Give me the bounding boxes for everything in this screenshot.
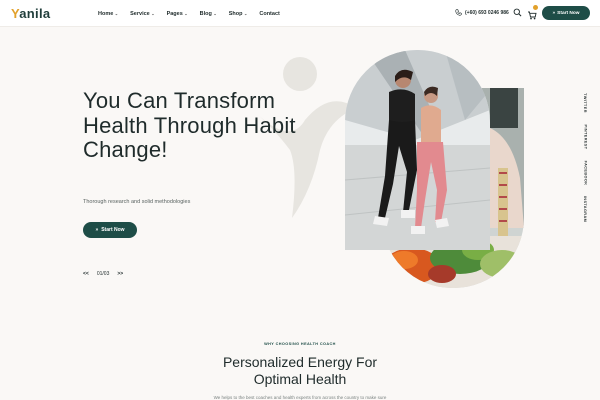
nav-item-shop[interactable]: Shop ⌄ xyxy=(229,11,248,17)
button-label: Start Now xyxy=(557,10,580,16)
chevron-down-icon: ⌄ xyxy=(151,11,155,16)
site-header: Yanila Home ⌄ Service ⌄ Pages ⌄ Blog ⌄ Shop ⌄… xyxy=(0,0,600,27)
nav-item-blog[interactable]: Blog ⌄ xyxy=(200,11,217,17)
logo[interactable]: Yanila xyxy=(11,6,50,21)
start-now-button[interactable]: » Start Now xyxy=(542,6,590,20)
search-icon[interactable] xyxy=(513,8,522,17)
button-label: Start Now xyxy=(101,227,125,233)
nav-label: Shop xyxy=(228,10,243,17)
header-phone[interactable]: (+60) 693 0246 986 xyxy=(455,9,509,16)
social-label: PINTEREST xyxy=(583,124,588,150)
cart-badge xyxy=(533,5,538,10)
double-chevron-icon: » xyxy=(95,227,99,233)
social-link-instagram[interactable]: INSTAGRAM xyxy=(581,196,589,222)
slider-next-button[interactable]: >> xyxy=(117,271,123,277)
phone-icon xyxy=(455,9,462,16)
logo-text: anila xyxy=(19,6,51,21)
slider-controls: << 01/03 >> xyxy=(83,271,123,277)
hero-subtitle: Thorough research and solid methodologie… xyxy=(83,199,191,205)
chevron-down-icon: ⌄ xyxy=(213,11,217,16)
section-text: We helps to the best coaches and health … xyxy=(213,395,387,400)
section-kicker: WHY CHOOSING HEALTH COACH xyxy=(264,342,336,346)
section-title-line1: Personalized Energy For xyxy=(222,354,378,370)
social-label: FACEBOOK xyxy=(583,160,587,186)
nav-item-pages[interactable]: Pages ⌄ xyxy=(167,11,188,17)
chevron-down-icon: ⌄ xyxy=(114,11,119,16)
nav-item-contact[interactable]: Contact xyxy=(259,11,279,17)
social-label: TWITTER xyxy=(583,93,588,113)
social-label: INSTAGRAM xyxy=(583,195,587,223)
hero-title: You Can Transform Health Through Habit C… xyxy=(83,88,296,162)
runners-photo-image xyxy=(345,50,490,250)
main-nav: Home ⌄ Service ⌄ Pages ⌄ Blog ⌄ Shop ⌄ Contac… xyxy=(98,0,280,27)
hero-start-now-button[interactable]: » Start Now xyxy=(83,222,137,238)
nav-item-service[interactable]: Service ⌄ xyxy=(130,11,154,17)
double-chevron-icon: » xyxy=(552,10,556,16)
cart-button[interactable] xyxy=(527,5,538,25)
slider-prev-button[interactable]: << xyxy=(83,271,89,277)
slider-counter: 01/03 xyxy=(96,271,110,277)
phone-number: (+60) 693 0246 986 xyxy=(465,9,509,16)
nav-label: Home xyxy=(98,10,114,17)
chevron-down-icon: ⌄ xyxy=(184,11,188,16)
social-link-twitter[interactable]: TWITTER xyxy=(581,92,589,114)
section-title: Personalized Energy For Optimal Health xyxy=(0,354,600,388)
hero-photo-runners xyxy=(345,50,490,250)
social-link-facebook[interactable]: FACEBOOK xyxy=(581,160,589,186)
nav-label: Service xyxy=(130,10,150,17)
social-link-pinterest[interactable]: PINTEREST xyxy=(581,124,589,150)
nav-label: Blog xyxy=(199,10,212,17)
cart-icon xyxy=(528,11,537,20)
nav-item-home[interactable]: Home ⌄ xyxy=(98,11,118,17)
nav-label: Pages xyxy=(166,10,183,17)
nav-label: Contact xyxy=(259,10,280,17)
chevron-down-icon: ⌄ xyxy=(244,11,248,16)
section-title-line2: Optimal Health xyxy=(253,371,347,387)
